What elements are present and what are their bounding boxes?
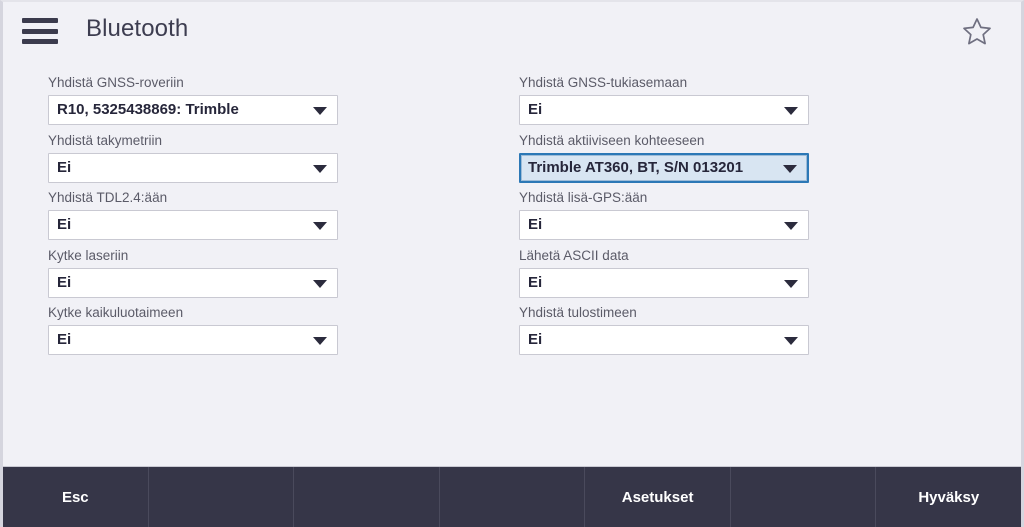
value-connect-gnss-rover: R10, 5325438869: Trimble	[57, 101, 239, 118]
dropdown-connect-gnss-rover[interactable]: R10, 5325438869: Trimble	[48, 95, 338, 125]
bottom-toolbar: Esc Asetukset Hyväksy	[3, 466, 1021, 527]
chevron-down-icon	[783, 164, 797, 173]
chevron-down-icon	[313, 107, 327, 115]
value-connect-echo-sounder: Ei	[57, 331, 72, 348]
label-connect-gnss-rover: Yhdistä GNSS-roveriin	[48, 75, 184, 90]
esc-button[interactable]: Esc	[3, 467, 149, 527]
page-title: Bluetooth	[86, 15, 189, 42]
hamburger-bar-3	[22, 39, 58, 44]
softkey-3[interactable]	[294, 467, 440, 527]
value-connect-total-station: Ei	[57, 158, 72, 176]
dropdown-connect-gnss-base[interactable]: Ei	[519, 95, 809, 125]
chevron-down-icon	[313, 164, 327, 173]
field-row-connect-total-station: Yhdistä takymetriin Ei	[48, 133, 338, 183]
label-connect-laser: Kytke laseriin	[48, 247, 129, 263]
chevron-down-icon	[784, 337, 798, 345]
chevron-down-icon	[313, 222, 327, 230]
field-row-connect-tdl24: Yhdistä TDL2.4:ään Ei	[48, 190, 338, 240]
value-connect-aux-gps: Ei	[528, 216, 543, 233]
label-connect-total-station: Yhdistä takymetriin	[48, 132, 163, 148]
accept-button[interactable]: Hyväksy	[876, 467, 1021, 527]
value-connect-active-target: Trimble AT360, BT, S/N 013201	[528, 158, 744, 176]
dropdown-connect-laser[interactable]: Ei	[48, 267, 338, 298]
accept-button-label: Hyväksy	[918, 488, 980, 506]
field-row-connect-active-target: Yhdistä aktiiviseen kohteeseen Trimble AT…	[519, 133, 809, 183]
field-row-connect-printer: Yhdistä tulostimeen Ei	[519, 305, 809, 355]
dropdown-connect-echo-sounder[interactable]: Ei	[48, 325, 338, 355]
label-connect-active-target: Yhdistä aktiiviseen kohteeseen	[519, 132, 705, 148]
field-row-connect-laser: Kytke laseriin Ei	[48, 248, 338, 298]
label-connect-gnss-base: Yhdistä GNSS-tukiasemaan	[519, 75, 688, 90]
hamburger-menu-icon[interactable]	[22, 18, 58, 44]
dropdown-connect-total-station[interactable]: Ei	[48, 152, 338, 183]
settings-button[interactable]: Asetukset	[585, 467, 731, 527]
softkey-6[interactable]	[730, 467, 877, 527]
esc-button-label: Esc	[61, 488, 89, 506]
field-row-send-ascii-data: Lähetä ASCII data Ei	[519, 248, 809, 298]
softkey-2[interactable]	[148, 467, 295, 527]
settings-button-label: Asetukset	[621, 488, 694, 506]
chevron-down-icon	[784, 222, 798, 230]
dropdown-connect-tdl24[interactable]: Ei	[48, 210, 338, 240]
field-row-connect-gnss-base: Yhdistä GNSS-tukiasemaan Ei	[519, 75, 809, 125]
value-connect-laser: Ei	[57, 273, 72, 291]
value-send-ascii-data: Ei	[528, 273, 543, 291]
field-row-connect-aux-gps: Yhdistä lisä-GPS:ään Ei	[519, 190, 809, 240]
chevron-down-icon	[784, 279, 798, 288]
dropdown-connect-active-target[interactable]: Trimble AT360, BT, S/N 013201	[519, 152, 809, 183]
chevron-down-icon	[784, 107, 798, 115]
hamburger-bar-2	[22, 28, 58, 34]
settings-form: Yhdistä GNSS-roveriin R10, 5325438869: Tr…	[3, 60, 1021, 467]
star-outline-icon[interactable]	[960, 14, 994, 48]
field-row-connect-gnss-rover: Yhdistä GNSS-roveriin R10, 5325438869: Tr…	[48, 75, 338, 125]
field-row-connect-echo-sounder: Kytke kaikuluotaimeen Ei	[48, 305, 338, 355]
label-connect-echo-sounder: Kytke kaikuluotaimeen	[48, 305, 184, 320]
hamburger-bar-1	[22, 18, 58, 23]
label-connect-aux-gps: Yhdistä lisä-GPS:ään	[519, 190, 648, 205]
chevron-down-icon	[313, 337, 327, 345]
bluetooth-settings-screen: Bluetooth Yhdistä GNSS-roveriin R10, 5325…	[0, 0, 1024, 527]
value-connect-gnss-base: Ei	[528, 101, 543, 118]
value-connect-tdl24: Ei	[57, 216, 72, 233]
label-connect-printer: Yhdistä tulostimeen	[519, 305, 637, 320]
label-connect-tdl24: Yhdistä TDL2.4:ään	[48, 190, 168, 205]
dropdown-send-ascii-data[interactable]: Ei	[519, 267, 809, 298]
app-header: Bluetooth	[3, 2, 1021, 60]
chevron-down-icon	[313, 279, 327, 288]
dropdown-connect-printer[interactable]: Ei	[519, 325, 809, 355]
label-send-ascii-data: Lähetä ASCII data	[519, 247, 629, 263]
softkey-4[interactable]	[439, 467, 586, 527]
value-connect-printer: Ei	[528, 331, 543, 348]
dropdown-connect-aux-gps[interactable]: Ei	[519, 210, 809, 240]
